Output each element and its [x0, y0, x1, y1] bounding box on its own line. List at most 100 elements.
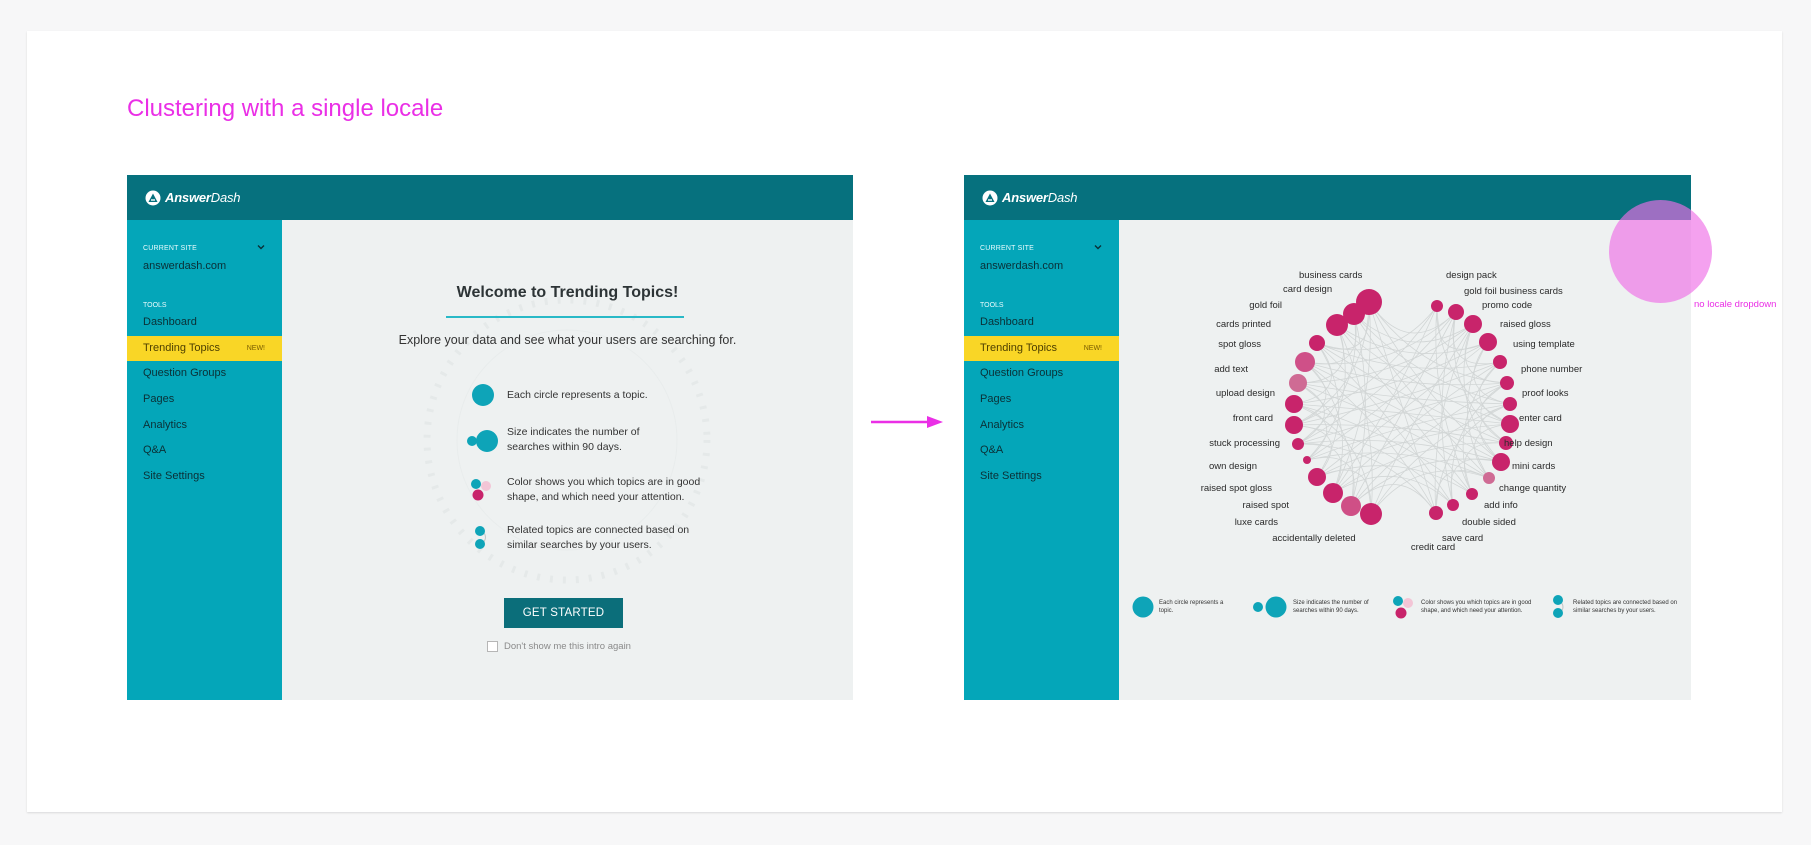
topic-label[interactable]: card design	[1283, 284, 1332, 295]
get-started-button[interactable]: GET STARTED	[504, 598, 623, 628]
topic-label[interactable]: add info	[1484, 500, 1518, 511]
topic-label[interactable]: gold foil	[1249, 300, 1282, 311]
legend-text-circle: Each circle represents a topic.	[507, 388, 648, 401]
topic-node[interactable]	[1501, 415, 1519, 433]
topic-label[interactable]: spot gloss	[1218, 339, 1261, 350]
topic-label[interactable]: own design	[1209, 461, 1257, 472]
topic-label[interactable]: mini cards	[1512, 461, 1556, 472]
topic-node[interactable]	[1447, 499, 1459, 511]
graph-edges	[1293, 301, 1511, 515]
topic-label[interactable]: cards printed	[1216, 319, 1271, 330]
sidebar-item-analytics[interactable]: Analytics	[964, 413, 1119, 439]
topic-label[interactable]: help design	[1504, 438, 1553, 449]
legend-row-circle: Each circle represents a topic.	[467, 380, 727, 410]
legend-text-color: Color shows you which topics are in good…	[507, 476, 701, 503]
topic-label[interactable]: promo code	[1482, 300, 1532, 311]
annotation-highlight-circle	[1609, 200, 1712, 303]
topic-label[interactable]: accidentally deleted	[1272, 533, 1355, 544]
topic-cluster-graph: business cards card designgold foil cards …	[1119, 220, 1582, 553]
topic-label[interactable]: front card	[1233, 413, 1273, 424]
topic-node[interactable]	[1492, 453, 1510, 471]
color-circles-icon	[1393, 596, 1413, 619]
current-site-label: CURRENT SITE	[980, 245, 1034, 252]
topic-node[interactable]	[1341, 496, 1361, 516]
app-header: AnswerDash	[964, 175, 1691, 220]
topic-node[interactable]	[1289, 374, 1307, 392]
topic-label[interactable]: raised gloss	[1500, 319, 1551, 330]
current-site-value[interactable]: answerdash.com	[980, 260, 1063, 272]
connected-circles-icon	[1553, 595, 1564, 618]
topic-node[interactable]	[1448, 304, 1464, 320]
topic-label[interactable]: add text	[1214, 364, 1248, 375]
dont-show-checkbox[interactable]	[487, 641, 498, 652]
intro-subtitle: Explore your data and see what your user…	[398, 333, 737, 347]
topic-node[interactable]	[1500, 376, 1514, 390]
topic-label[interactable]: upload design	[1216, 388, 1275, 399]
sidebar-item-qa[interactable]: Q&A	[127, 438, 282, 464]
topic-label[interactable]: business cards	[1299, 270, 1363, 281]
topic-label[interactable]: design pack	[1446, 270, 1497, 281]
sidebar-item-analytics[interactable]: Analytics	[127, 413, 282, 439]
sidebar-item-question-groups[interactable]: Question Groups	[964, 361, 1119, 387]
topic-label[interactable]: credit card	[1411, 542, 1455, 553]
sidebar-item-question-groups[interactable]: Question Groups	[127, 361, 282, 387]
answerdash-logo[interactable]: AnswerDash	[145, 189, 241, 206]
topic-label[interactable]: raised spot	[1243, 500, 1290, 511]
topic-label[interactable]: using template	[1513, 339, 1575, 350]
sidebar-item-trending-topics[interactable]: Trending Topics NEW!	[127, 335, 282, 362]
topic-label[interactable]: double sided	[1462, 517, 1516, 528]
legend-bottom-related: Related topics are connected based on si…	[1549, 592, 1685, 622]
legend-bottom-circle: Each circle represents a topic.	[1131, 592, 1239, 622]
chevron-down-icon[interactable]	[256, 242, 266, 252]
sidebar-item-qa[interactable]: Q&A	[964, 438, 1119, 464]
topic-node[interactable]	[1360, 503, 1382, 525]
sidebar-item-pages[interactable]: Pages	[964, 387, 1119, 413]
topic-label[interactable]: enter card	[1519, 413, 1562, 424]
legend-bottom-color: Color shows you which topics are in good…	[1391, 592, 1536, 622]
topic-node[interactable]	[1308, 468, 1326, 486]
sidebar-item-site-settings[interactable]: Site Settings	[964, 464, 1119, 490]
topic-label[interactable]: gold foil business cards	[1464, 286, 1563, 297]
topic-label[interactable]: luxe cards	[1235, 517, 1279, 528]
tools-label: TOOLS	[980, 302, 1004, 309]
topic-node[interactable]	[1323, 483, 1343, 503]
topic-node[interactable]	[1483, 472, 1495, 484]
sidebar-item-pages[interactable]: Pages	[127, 387, 282, 413]
legend-bottom-text-circle: Each circle represents a topic.	[1159, 600, 1224, 614]
topic-node[interactable]	[1295, 352, 1315, 372]
topic-node[interactable]	[1479, 333, 1497, 351]
topic-node[interactable]	[1493, 355, 1507, 369]
topic-label[interactable]: raised spot gloss	[1201, 483, 1273, 494]
topic-node[interactable]	[1429, 506, 1443, 520]
topic-node[interactable]	[1464, 315, 1482, 333]
topic-node[interactable]	[1326, 314, 1348, 336]
sidebar-item-dashboard[interactable]: Dashboard	[127, 310, 282, 336]
page-heading: Clustering with a single locale	[127, 95, 444, 122]
topic-node[interactable]	[1303, 456, 1311, 464]
answerdash-logo[interactable]: AnswerDash	[982, 189, 1078, 206]
topic-label[interactable]: phone number	[1521, 364, 1582, 375]
sidebar-item-site-settings[interactable]: Site Settings	[127, 464, 282, 490]
topic-label[interactable]: proof looks	[1522, 388, 1569, 399]
topic-label[interactable]: change quantity	[1499, 483, 1566, 494]
dont-show-again[interactable]: Don't show me this intro again	[487, 641, 631, 652]
dont-show-label: Don't show me this intro again	[504, 641, 631, 652]
legend-row-color: Color shows you which topics are in good…	[467, 475, 727, 505]
sidebar-item-dashboard[interactable]: Dashboard	[964, 310, 1119, 336]
topic-node[interactable]	[1292, 438, 1304, 450]
chevron-down-icon[interactable]	[1093, 242, 1103, 252]
logo-text-bold: Answer	[1002, 190, 1048, 205]
current-site-value[interactable]: answerdash.com	[143, 260, 226, 272]
sidebar-item-trending-topics[interactable]: Trending Topics NEW!	[964, 335, 1119, 362]
graph-edge	[1297, 382, 1511, 405]
topic-node[interactable]	[1466, 488, 1478, 500]
topic-label[interactable]: stuck processing	[1209, 438, 1280, 449]
topic-node[interactable]	[1309, 335, 1325, 351]
topic-node[interactable]	[1285, 416, 1303, 434]
topic-node[interactable]	[1431, 300, 1443, 312]
size-circles-icon	[1253, 596, 1287, 618]
topic-node[interactable]	[1285, 395, 1303, 413]
intro-content: Welcome to Trending Topics! Explore your…	[282, 220, 853, 700]
topic-label[interactable]: cards arrive	[1119, 220, 1169, 223]
topic-node[interactable]	[1503, 397, 1517, 411]
